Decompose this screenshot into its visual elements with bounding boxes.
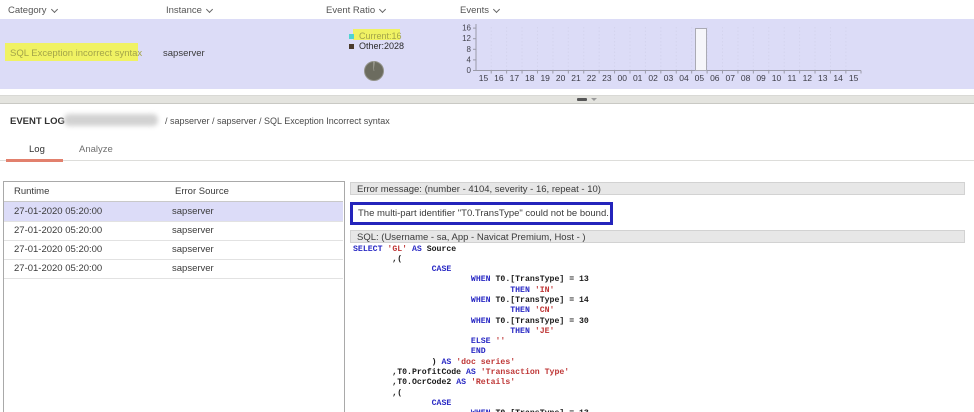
svg-text:16: 16 xyxy=(462,24,471,33)
svg-text:14: 14 xyxy=(833,73,843,83)
svg-text:02: 02 xyxy=(648,73,658,83)
svg-text:21: 21 xyxy=(571,73,581,83)
svg-text:12: 12 xyxy=(462,34,471,43)
svg-text:10: 10 xyxy=(772,73,782,83)
svg-text:17: 17 xyxy=(510,73,520,83)
svg-text:01: 01 xyxy=(633,73,643,83)
svg-text:12: 12 xyxy=(803,73,813,83)
svg-text:15: 15 xyxy=(849,73,859,83)
svg-text:07: 07 xyxy=(725,73,735,83)
svg-text:03: 03 xyxy=(664,73,674,83)
svg-text:05: 05 xyxy=(695,73,705,83)
svg-text:0: 0 xyxy=(467,66,472,75)
svg-text:19: 19 xyxy=(540,73,550,83)
svg-text:18: 18 xyxy=(525,73,535,83)
svg-text:4: 4 xyxy=(467,55,472,64)
svg-text:16: 16 xyxy=(494,73,504,83)
svg-text:8: 8 xyxy=(467,45,472,54)
svg-text:06: 06 xyxy=(710,73,720,83)
svg-text:15: 15 xyxy=(479,73,489,83)
svg-text:11: 11 xyxy=(787,73,796,83)
svg-text:23: 23 xyxy=(602,73,612,83)
svg-text:20: 20 xyxy=(556,73,566,83)
svg-text:13: 13 xyxy=(818,73,828,83)
svg-text:04: 04 xyxy=(679,73,689,83)
svg-text:00: 00 xyxy=(618,73,628,83)
svg-text:08: 08 xyxy=(741,73,751,83)
svg-text:22: 22 xyxy=(587,73,597,83)
svg-text:09: 09 xyxy=(756,73,766,83)
